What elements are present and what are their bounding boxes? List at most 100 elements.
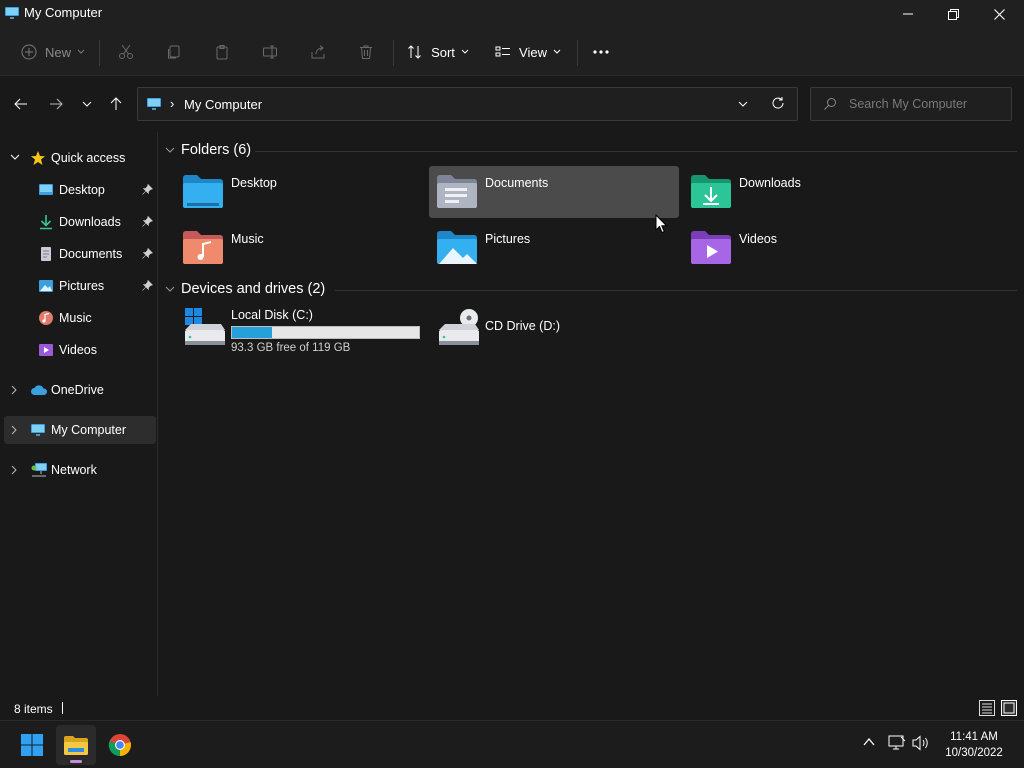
divider — [255, 151, 1017, 152]
taskbar-chrome[interactable] — [100, 725, 140, 765]
pictures-icon — [39, 280, 53, 292]
downloads-icon — [40, 215, 52, 230]
breadcrumb[interactable]: My Computer — [184, 97, 262, 112]
computer-icon — [147, 98, 161, 110]
chevron-down-icon — [77, 49, 85, 54]
chevron-right-icon[interactable] — [10, 385, 18, 395]
paste-button[interactable] — [210, 38, 234, 66]
sidebar-item-pictures[interactable]: Pictures — [4, 272, 156, 300]
chevron-right-icon[interactable] — [10, 465, 18, 475]
cut-button[interactable] — [114, 38, 138, 66]
navigation-pane: Quick access Desktop Downloads Documents… — [0, 132, 158, 696]
drive-usage-bar — [231, 326, 420, 339]
up-button[interactable] — [104, 92, 128, 116]
refresh-icon[interactable] — [771, 96, 785, 110]
more-options-button[interactable] — [589, 38, 613, 66]
desktop-folder-icon — [183, 175, 223, 208]
sidebar-item-quick-access[interactable]: Quick access — [4, 144, 156, 172]
drive-local-c[interactable]: Local Disk (C:) 93.3 GB free of 119 GB — [175, 304, 425, 356]
chevron-down-icon[interactable] — [738, 97, 748, 111]
separator — [99, 40, 100, 66]
view-label: View — [519, 44, 547, 60]
pin-icon — [142, 184, 153, 195]
copy-button[interactable] — [162, 38, 186, 66]
sidebar-item-music[interactable]: Music — [4, 304, 156, 332]
drive-label: Local Disk (C:) — [231, 308, 313, 322]
forward-button[interactable] — [44, 92, 68, 116]
group-title: Devices and drives (2) — [181, 281, 326, 297]
drive-cd-d[interactable]: CD Drive (D:) — [429, 304, 679, 356]
music-icon — [39, 311, 53, 325]
details-view-icon[interactable] — [979, 700, 995, 716]
sidebar-item-downloads[interactable]: Downloads — [4, 208, 156, 236]
navigation-row: › My Computer — [0, 76, 1024, 132]
separator — [577, 40, 578, 66]
chevron-down-icon[interactable] — [10, 153, 20, 161]
sidebar-item-onedrive[interactable]: OneDrive — [4, 376, 156, 404]
search-box[interactable] — [810, 87, 1012, 121]
new-button[interactable]: New — [18, 38, 88, 66]
back-button[interactable] — [9, 92, 33, 116]
recent-locations-button[interactable] — [75, 92, 99, 116]
plus-circle-icon — [21, 44, 37, 60]
cd-drive-icon — [439, 309, 479, 345]
sidebar-item-network[interactable]: Network — [4, 456, 156, 484]
chevron-down-icon — [165, 286, 175, 292]
sidebar-item-label: Downloads — [59, 215, 121, 229]
restore-button[interactable] — [930, 0, 976, 28]
volume-icon[interactable] — [912, 735, 930, 751]
drive-usage-fill — [232, 327, 273, 338]
folder-label: Music — [231, 232, 264, 246]
sidebar-item-my-computer[interactable]: My Computer — [4, 416, 156, 444]
share-button[interactable] — [306, 38, 330, 66]
minimize-button[interactable] — [885, 0, 931, 28]
address-bar[interactable]: › My Computer — [137, 87, 798, 121]
taskbar-file-explorer[interactable] — [56, 725, 96, 765]
view-button[interactable]: View — [493, 38, 563, 66]
computer-icon — [5, 7, 19, 19]
sidebar-item-label: Music — [59, 311, 92, 325]
rename-button[interactable] — [258, 38, 282, 66]
sort-button[interactable]: Sort — [405, 38, 471, 66]
arrow-left-icon — [14, 98, 27, 110]
show-hidden-icons-icon[interactable] — [862, 735, 876, 749]
folder-downloads[interactable]: Downloads — [683, 166, 933, 218]
separator — [393, 40, 394, 66]
pictures-folder-icon — [437, 231, 477, 264]
folder-desktop[interactable]: Desktop — [175, 166, 425, 218]
drive-label: CD Drive (D:) — [485, 319, 560, 333]
content-pane: Folders (6) Desktop Documents Downloads — [159, 132, 1024, 696]
sidebar-item-desktop[interactable]: Desktop — [4, 176, 156, 204]
restore-icon — [947, 8, 959, 20]
sidebar-item-videos[interactable]: Videos — [4, 336, 156, 364]
system-clock[interactable]: 11:41 AM 10/30/2022 — [936, 729, 1012, 761]
file-explorer-icon — [64, 736, 88, 755]
mouse-cursor-icon — [655, 214, 668, 234]
folder-music[interactable]: Music — [175, 222, 425, 274]
folder-label: Downloads — [739, 176, 801, 190]
desktop-icon — [39, 184, 53, 195]
search-icon — [824, 98, 836, 110]
minimize-icon — [903, 13, 913, 15]
chevron-right-icon[interactable] — [10, 425, 18, 435]
folder-documents[interactable]: Documents — [429, 166, 679, 218]
sidebar-item-label: Documents — [59, 247, 123, 261]
videos-folder-icon — [691, 231, 731, 264]
large-icons-view-icon[interactable] — [1001, 700, 1017, 716]
divider — [335, 290, 1017, 291]
title-bar: My Computer — [0, 0, 1024, 28]
close-icon — [993, 8, 1005, 20]
rename-icon — [263, 45, 277, 59]
search-input[interactable] — [849, 95, 1004, 113]
taskbar: 11:41 AM 10/30/2022 — [0, 720, 1024, 768]
folder-videos[interactable]: Videos — [683, 222, 933, 274]
share-icon — [311, 45, 325, 59]
folder-pictures[interactable]: Pictures — [429, 222, 679, 274]
documents-icon — [41, 247, 51, 261]
close-button[interactable] — [976, 0, 1022, 28]
arrow-up-icon — [110, 97, 122, 110]
sidebar-item-documents[interactable]: Documents — [4, 240, 156, 268]
network-status-icon[interactable] — [888, 735, 906, 751]
start-button[interactable] — [12, 725, 52, 765]
delete-button[interactable] — [354, 38, 378, 66]
